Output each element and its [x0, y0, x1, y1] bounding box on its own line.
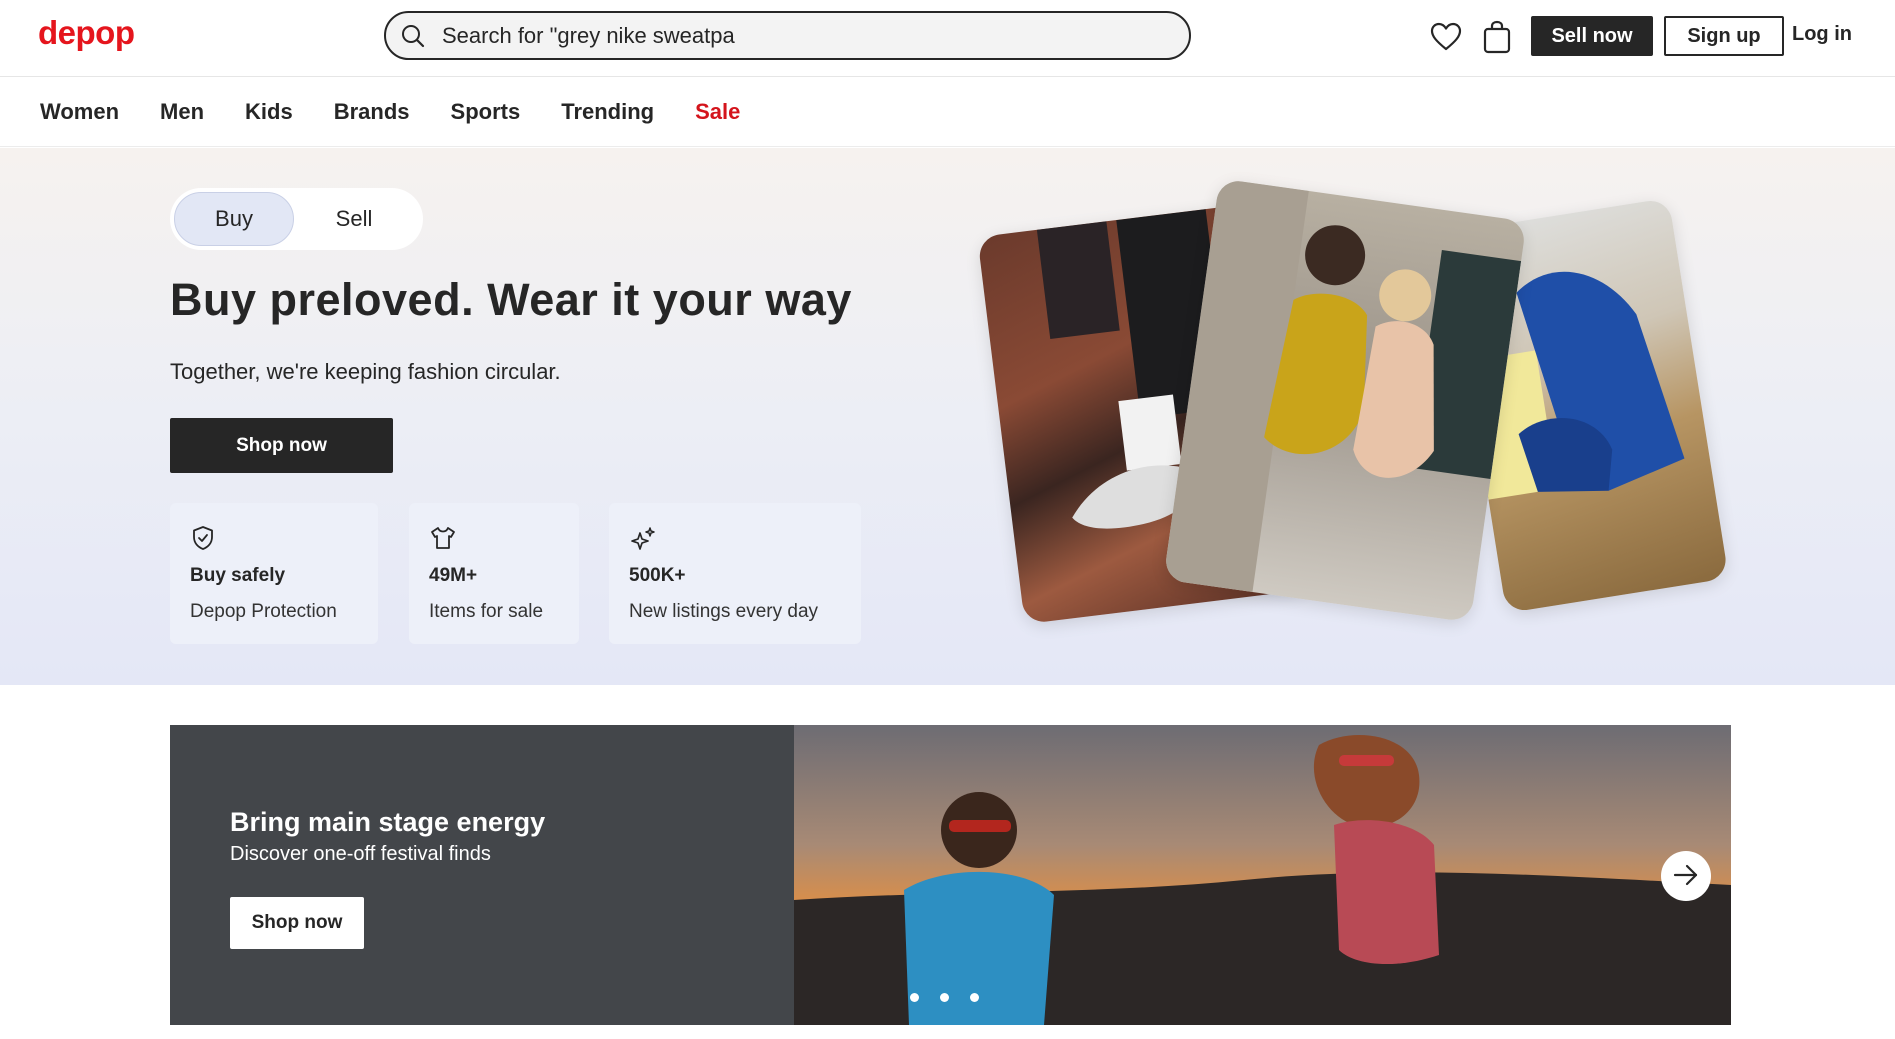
category-nav: Women Men Kids Brands Sports Trending Sa… [0, 77, 1895, 147]
nav-item-sports[interactable]: Sports [451, 99, 521, 125]
dresses-photo [1163, 178, 1527, 623]
banner-subtitle: Discover one-off festival finds [230, 843, 491, 865]
log-in-button[interactable]: Log in [1792, 23, 1852, 46]
nav-item-brands[interactable]: Brands [334, 99, 410, 125]
tshirt-icon [429, 525, 457, 553]
sell-now-button[interactable]: Sell now [1531, 16, 1653, 56]
hero-shop-now-button[interactable]: Shop now [170, 418, 393, 473]
stat-title: 500K+ [629, 565, 686, 586]
hero-subtitle: Together, we're keeping fashion circular… [170, 359, 561, 384]
carousel-dot[interactable] [970, 993, 979, 1002]
stat-desc: New listings every day [629, 601, 819, 622]
festival-photo [794, 725, 1731, 1025]
carousel-dots [910, 993, 979, 1002]
nav-item-men[interactable]: Men [160, 99, 204, 125]
nav-item-women[interactable]: Women [40, 99, 119, 125]
toggle-buy[interactable]: Buy [174, 192, 294, 246]
carousel-dot[interactable] [940, 993, 949, 1002]
carousel-next-button[interactable] [1661, 851, 1711, 901]
banner-text-panel: Bring main stage energy Discover one-off… [170, 725, 794, 1025]
search-input[interactable] [442, 22, 1142, 49]
stat-card-buy-safely: Buy safely Depop Protection [170, 503, 378, 644]
stat-card-listings: 500K+ New listings every day [609, 503, 861, 644]
sign-up-button[interactable]: Sign up [1664, 16, 1784, 56]
arrow-right-icon [1673, 864, 1699, 889]
stat-title: 49M+ [429, 565, 478, 586]
stat-desc: Depop Protection [190, 601, 337, 622]
shopping-bag-icon[interactable] [1482, 20, 1512, 54]
search-icon [400, 23, 426, 49]
toggle-sell[interactable]: Sell [294, 192, 414, 246]
nav-item-trending[interactable]: Trending [561, 99, 654, 125]
festival-banner: Bring main stage energy Discover one-off… [170, 725, 1731, 1025]
nav-item-kids[interactable]: Kids [245, 99, 293, 125]
hero-title: Buy preloved. Wear it your way [170, 274, 852, 325]
shield-check-icon [190, 525, 218, 553]
buy-sell-toggle: Buy Sell [170, 188, 423, 250]
stat-title: Buy safely [190, 565, 286, 586]
heart-icon[interactable] [1430, 22, 1462, 52]
carousel-dot[interactable] [910, 993, 919, 1002]
nav-item-sale[interactable]: Sale [695, 99, 740, 125]
stat-card-items: 49M+ Items for sale [409, 503, 579, 644]
hero-section: Buy Sell Buy preloved. Wear it your way … [0, 148, 1895, 685]
banner-shop-now-button[interactable]: Shop now [230, 897, 364, 949]
header: depop Sell now Sign up Log in [0, 0, 1895, 77]
depop-logo[interactable]: depop [38, 14, 135, 52]
stat-desc: Items for sale [429, 601, 544, 622]
banner-title: Bring main stage energy [230, 807, 546, 837]
sparkle-icon [629, 525, 657, 553]
search-bar[interactable] [384, 11, 1191, 60]
